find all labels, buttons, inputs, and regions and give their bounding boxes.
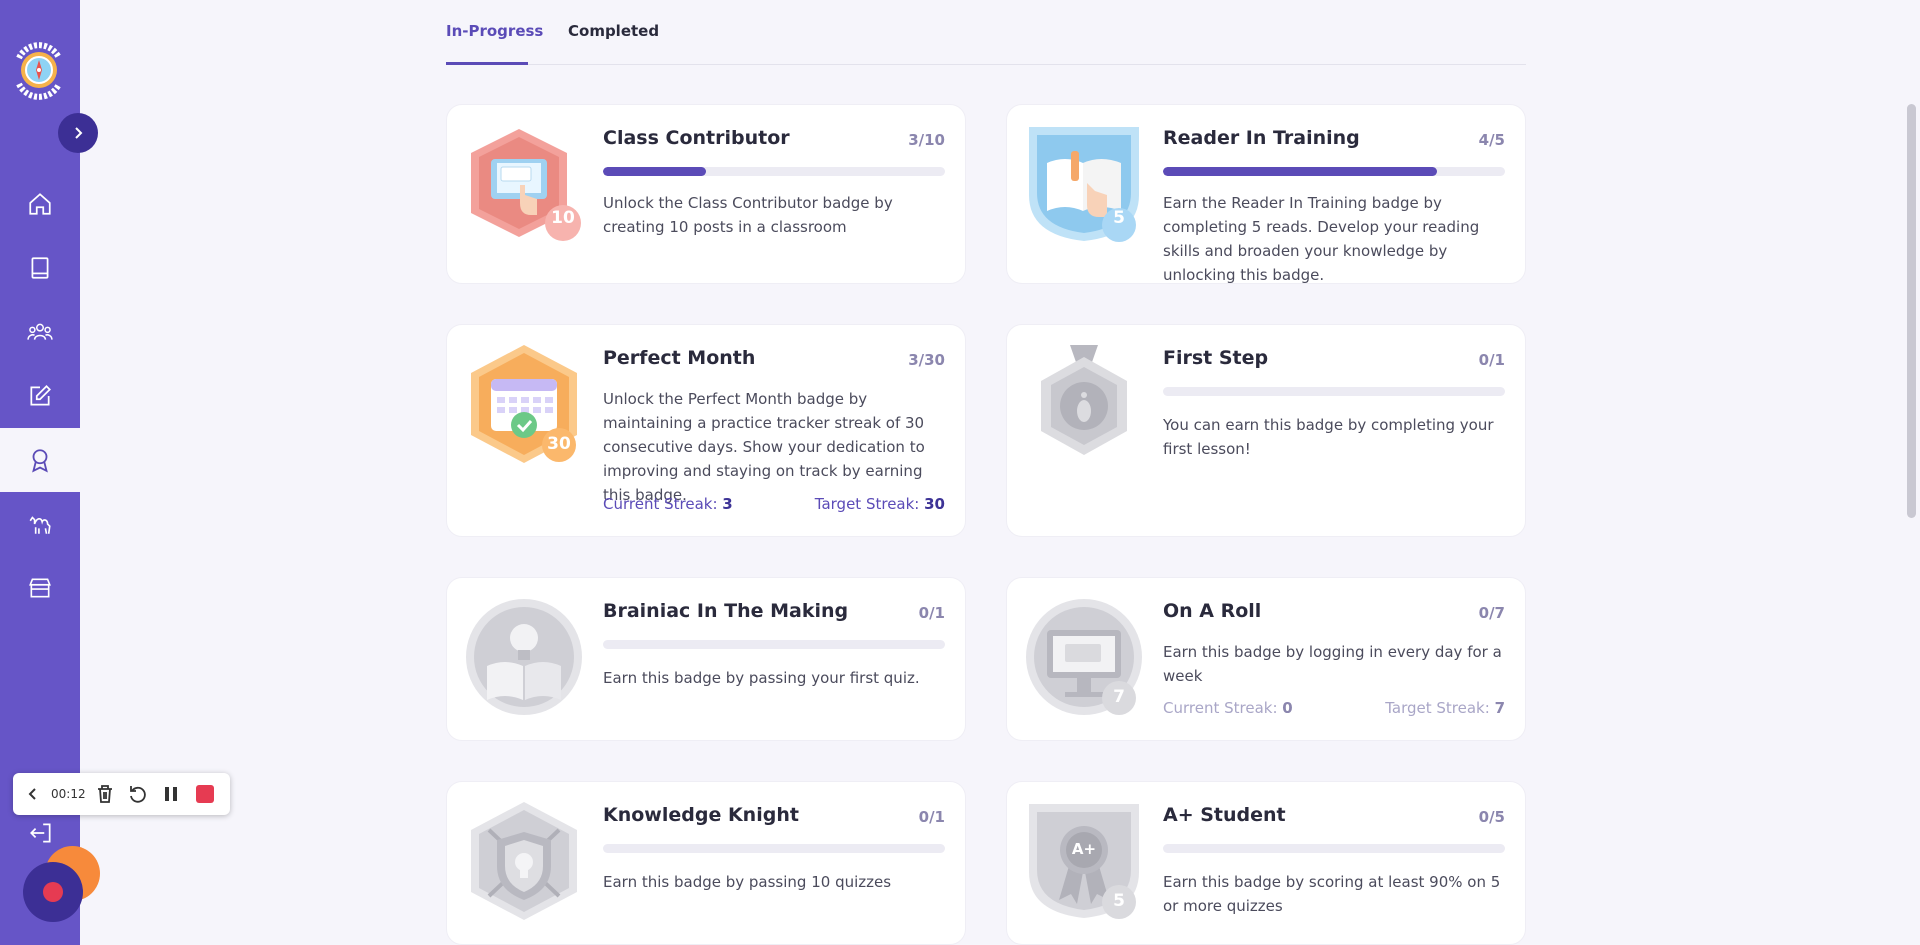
- book-icon: [31, 257, 49, 279]
- badge-title: Knowledge Knight: [603, 804, 799, 826]
- badge-number: 7: [1113, 687, 1125, 707]
- footprint-badge-icon: [1041, 345, 1127, 455]
- restart-icon: [129, 786, 146, 803]
- edit-icon: [30, 385, 51, 406]
- shield-badge-icon: [471, 802, 577, 920]
- badge-count: 0/1: [918, 808, 945, 826]
- badge-card[interactable]: 5 Reader In Training 4/5 Earn the Reader…: [1006, 104, 1526, 284]
- nav-library[interactable]: [0, 236, 80, 300]
- nav-home[interactable]: [0, 172, 80, 236]
- nav-groups[interactable]: [0, 300, 80, 364]
- badge-number: 5: [1113, 891, 1125, 911]
- badge-description: Unlock the Class Contributor badge by cr…: [603, 194, 893, 236]
- badge-description: Earn this badge by passing 10 quizzes: [603, 873, 892, 891]
- badge-number: 30: [547, 434, 571, 454]
- pause-icon: [164, 787, 177, 801]
- recorder-pause-button[interactable]: [164, 786, 178, 802]
- logout-icon[interactable]: [28, 820, 54, 846]
- chevron-right-icon: [75, 127, 83, 139]
- badge-title: Reader In Training: [1163, 127, 1360, 149]
- badge-card[interactable]: 7 On A Roll 0/7 Earn this badge by loggi…: [1006, 577, 1526, 741]
- badge-title: First Step: [1163, 347, 1269, 369]
- award-icon: [32, 449, 48, 473]
- stop-icon: [195, 785, 214, 803]
- recorder-collapse-button[interactable]: [27, 787, 39, 801]
- recorder-restart-button[interactable]: [128, 784, 148, 804]
- badge-description: Earn the Reader In Training badge by com…: [1163, 194, 1480, 284]
- badge-description: Earn this badge by scoring at least 90% …: [1163, 873, 1501, 915]
- store-icon: [29, 578, 51, 598]
- progress-bar: [603, 167, 945, 176]
- progress-bar: [1163, 387, 1505, 396]
- badge-number: 10: [551, 208, 575, 228]
- badge-card[interactable]: 10 Class Contributor 3/10 Unlock the Cla…: [446, 104, 966, 284]
- badge-description: Earn this badge by logging in every day …: [1163, 643, 1502, 685]
- progress-bar: [603, 640, 945, 649]
- journey-to-jannah-logo[interactable]: [11, 36, 67, 100]
- lightbulb-badge-icon: [466, 599, 582, 715]
- badge-title: Brainiac In The Making: [603, 600, 849, 622]
- nav-journey[interactable]: [0, 492, 80, 556]
- record-button[interactable]: [23, 862, 83, 922]
- badge-title: A+ Student: [1163, 804, 1286, 826]
- nav-badges[interactable]: [0, 428, 80, 492]
- streak-row: Current Streak: 0 Target Streak: 7: [1163, 699, 1505, 719]
- streak-row: Current Streak: 3 Target Streak: 30: [603, 495, 945, 515]
- scrollbar-thumb[interactable]: [1907, 104, 1916, 518]
- badge-description: Unlock the Perfect Month badge by mainta…: [603, 390, 925, 504]
- badge-description: You can earn this badge by completing yo…: [1163, 416, 1494, 458]
- badge-card[interactable]: First Step 0/1 You can earn this badge b…: [1006, 324, 1526, 537]
- nav-tracker[interactable]: [0, 364, 80, 428]
- badge-title: Class Contributor: [603, 127, 790, 149]
- home-icon: [29, 193, 51, 215]
- badge-tabs: In-Progress Completed: [446, 0, 1526, 65]
- target-streak: Target Streak: 7: [1385, 699, 1505, 717]
- target-streak: Target Streak: 30: [814, 495, 945, 513]
- badge-title: On A Roll: [1163, 600, 1262, 622]
- active-tab-indicator: [446, 62, 528, 65]
- badge-number: 5: [1113, 208, 1125, 228]
- tab-in-progress[interactable]: In-Progress: [446, 22, 543, 40]
- current-streak: Current Streak: 3: [603, 495, 733, 513]
- badge-count: 0/1: [1478, 351, 1505, 369]
- badge-title: Perfect Month: [603, 347, 756, 369]
- current-streak: Current Streak: 0: [1163, 699, 1293, 717]
- progress-bar: [603, 844, 945, 853]
- screen-recorder-toolbar: 00:12: [13, 773, 230, 815]
- chevron-left-icon: [28, 788, 36, 800]
- groups-icon: [27, 323, 53, 340]
- progress-bar: [1163, 844, 1505, 853]
- tab-completed[interactable]: Completed: [568, 22, 659, 40]
- badge-card[interactable]: Knowledge Knight 0/1 Earn this badge by …: [446, 781, 966, 945]
- record-dot-icon: [43, 882, 63, 902]
- recorder-delete-button[interactable]: [96, 784, 114, 804]
- badge-card[interactable]: A+ 5 A+ Student 0/5 Earn this badge by s…: [1006, 781, 1526, 945]
- recording-time: 00:12: [51, 787, 86, 801]
- sidebar-expand-button[interactable]: [58, 113, 98, 153]
- progress-bar: [1163, 167, 1505, 176]
- badge-card[interactable]: Brainiac In The Making 0/1 Earn this bad…: [446, 577, 966, 741]
- badge-count: 0/7: [1478, 604, 1505, 622]
- badge-description: Earn this badge by passing your first qu…: [603, 669, 920, 687]
- nav-store[interactable]: [0, 556, 80, 620]
- badge-count: 0/1: [918, 604, 945, 622]
- badge-count: 3/30: [908, 351, 945, 369]
- recorder-stop-button[interactable]: [195, 785, 214, 803]
- badge-count: 3/10: [908, 131, 945, 149]
- page-scrollbar[interactable]: [1904, 0, 1920, 945]
- camel-icon: [29, 516, 51, 534]
- badge-count: 0/5: [1478, 808, 1505, 826]
- progress-fill: [1163, 167, 1437, 176]
- trash-icon: [97, 785, 112, 803]
- progress-fill: [603, 167, 706, 176]
- badge-card[interactable]: 30 Perfect Month 3/30 Unlock the Perfect…: [446, 324, 966, 537]
- badge-count: 4/5: [1478, 131, 1505, 149]
- badge-grade-text: A+: [1071, 840, 1097, 858]
